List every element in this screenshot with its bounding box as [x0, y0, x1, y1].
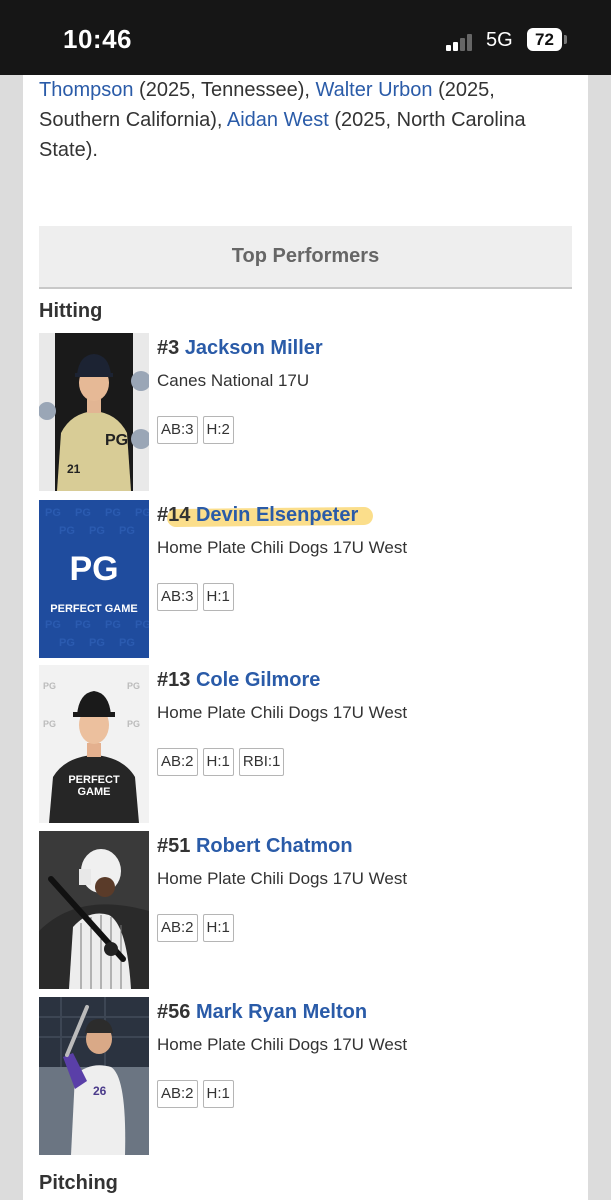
player-stats: AB:3 H:2 — [157, 416, 234, 444]
player-link-aidan-west[interactable]: Aidan West — [227, 109, 329, 131]
perfect-game-label: PERFECT GAME — [50, 603, 137, 615]
svg-text:PG: PG — [89, 525, 105, 537]
network-label: 5G — [486, 29, 513, 51]
svg-text:PG: PG — [135, 507, 149, 519]
stat-badge: RBI:1 — [238, 748, 285, 776]
player-photo[interactable]: PG PG PG PG PERFECT GAME — [39, 665, 149, 823]
player-team: Home Plate Chili Dogs 17U West — [157, 703, 408, 722]
svg-text:PG: PG — [59, 525, 75, 537]
player-photo[interactable] — [39, 831, 149, 989]
svg-text:PG: PG — [89, 637, 105, 649]
player-name-link[interactable]: Robert Chatmon — [196, 835, 353, 857]
svg-text:PG: PG — [119, 637, 135, 649]
svg-text:PG: PG — [105, 432, 128, 449]
svg-text:PG: PG — [43, 681, 56, 691]
svg-text:PERFECT: PERFECT — [68, 774, 120, 786]
player-number: #14 — [157, 504, 191, 526]
player-name-line: #14 Devin Elsenpeter — [157, 504, 358, 527]
svg-text:PG: PG — [105, 619, 121, 631]
player-card-jackson-miller: PG 21 #3 Jackson Miller Canes National 1… — [39, 333, 572, 491]
svg-text:PG: PG — [127, 681, 140, 691]
stat-badge: AB:2 — [157, 914, 198, 942]
stat-badge: AB:2 — [157, 1080, 198, 1108]
svg-text:PG: PG — [75, 619, 91, 631]
stat-badge: H:1 — [202, 583, 234, 611]
status-bar: 10:46 5G 72 — [0, 0, 611, 75]
player-name-line: #56 Mark Ryan Melton — [157, 1001, 367, 1024]
top-performers-header: Top Performers — [39, 226, 572, 289]
player-photo[interactable]: PG 21 — [39, 333, 149, 491]
hitting-title: Hitting — [39, 300, 103, 322]
player-number: #51 — [157, 835, 191, 857]
player-stats: AB:2 H:1 — [157, 914, 234, 942]
player-name-link[interactable]: Cole Gilmore — [196, 669, 320, 691]
player-team: Canes National 17U — [157, 371, 310, 390]
status-time: 10:46 — [63, 24, 132, 54]
stat-badge: H:2 — [202, 416, 234, 444]
player-card-robert-chatmon: #51 Robert Chatmon Home Plate Chili Dogs… — [39, 831, 572, 989]
svg-text:PG: PG — [127, 719, 140, 729]
stat-badge: AB:3 — [157, 416, 198, 444]
svg-text:PG: PG — [59, 637, 75, 649]
player-team: Home Plate Chili Dogs 17U West — [157, 538, 408, 557]
player-name-line: #3 Jackson Miller — [157, 337, 323, 360]
svg-text:PG: PG — [105, 507, 121, 519]
svg-text:PG: PG — [135, 619, 149, 631]
player-card-mark-ryan-melton: 26 #56 Mark Ryan Melton Home Plate Chili… — [39, 997, 572, 1155]
svg-text:PG: PG — [75, 507, 91, 519]
svg-text:GAME: GAME — [78, 786, 111, 798]
article-page: Thompson (2025, Tennessee), Walter Urbon… — [23, 75, 588, 1200]
player-team: Home Plate Chili Dogs 17U West — [157, 1035, 408, 1054]
stat-badge: AB:2 — [157, 748, 198, 776]
battery-icon: 72 — [527, 28, 562, 51]
player-link-walter-urbon[interactable]: Walter Urbon — [315, 79, 432, 101]
stat-badge: H:1 — [202, 914, 234, 942]
svg-text:PG: PG — [119, 525, 135, 537]
player-number: #3 — [157, 337, 180, 359]
player-name-line: #51 Robert Chatmon — [157, 835, 353, 858]
stat-badge: H:1 — [202, 1080, 234, 1108]
player-stats: AB:2 H:1 RBI:1 — [157, 748, 285, 776]
player-stats: AB:3 H:1 — [157, 583, 234, 611]
svg-text:PG: PG — [69, 550, 118, 588]
svg-text:PG: PG — [43, 719, 56, 729]
player-number: #13 — [157, 669, 191, 691]
svg-text:21: 21 — [67, 462, 81, 476]
battery-tip — [564, 35, 567, 44]
signal-icon — [446, 33, 478, 51]
svg-text:PG: PG — [45, 507, 61, 519]
player-card-devin-elsenpeter: PG PG PG PG PG PG PG PG PG PG PG PG PG PG PG PERFE… — [39, 500, 572, 658]
svg-text:26: 26 — [93, 1084, 107, 1098]
intro-paragraph: Thompson (2025, Tennessee), Walter Urbon… — [39, 75, 579, 165]
top-performers-title: Top Performers — [231, 245, 380, 267]
player-photo[interactable]: 26 — [39, 997, 149, 1155]
player-name-line: #13 Cole Gilmore — [157, 669, 320, 692]
player-name-link[interactable]: Devin Elsenpeter — [196, 504, 358, 526]
player-name-link[interactable]: Jackson Miller — [185, 337, 323, 359]
player-team: Home Plate Chili Dogs 17U West — [157, 869, 408, 888]
stat-badge: AB:3 — [157, 583, 198, 611]
player-number: #56 — [157, 1001, 191, 1023]
player-card-cole-gilmore: PG PG PG PG PERFECT GAME #13 Cole Gilmore H… — [39, 665, 572, 823]
player-link-thompson[interactable]: Thompson — [39, 79, 134, 101]
player-stats: AB:2 H:1 — [157, 1080, 234, 1108]
player-photo-placeholder[interactable]: PG PG PG PG PG PG PG PG PG PG PG PG PG PG PG PERFE… — [39, 500, 149, 658]
player-name-link[interactable]: Mark Ryan Melton — [196, 1001, 367, 1023]
stat-badge: H:1 — [202, 748, 234, 776]
svg-text:PG: PG — [45, 619, 61, 631]
pitching-title: Pitching — [39, 1172, 118, 1194]
intro-text-1: (2025, Tennessee), — [133, 79, 316, 101]
